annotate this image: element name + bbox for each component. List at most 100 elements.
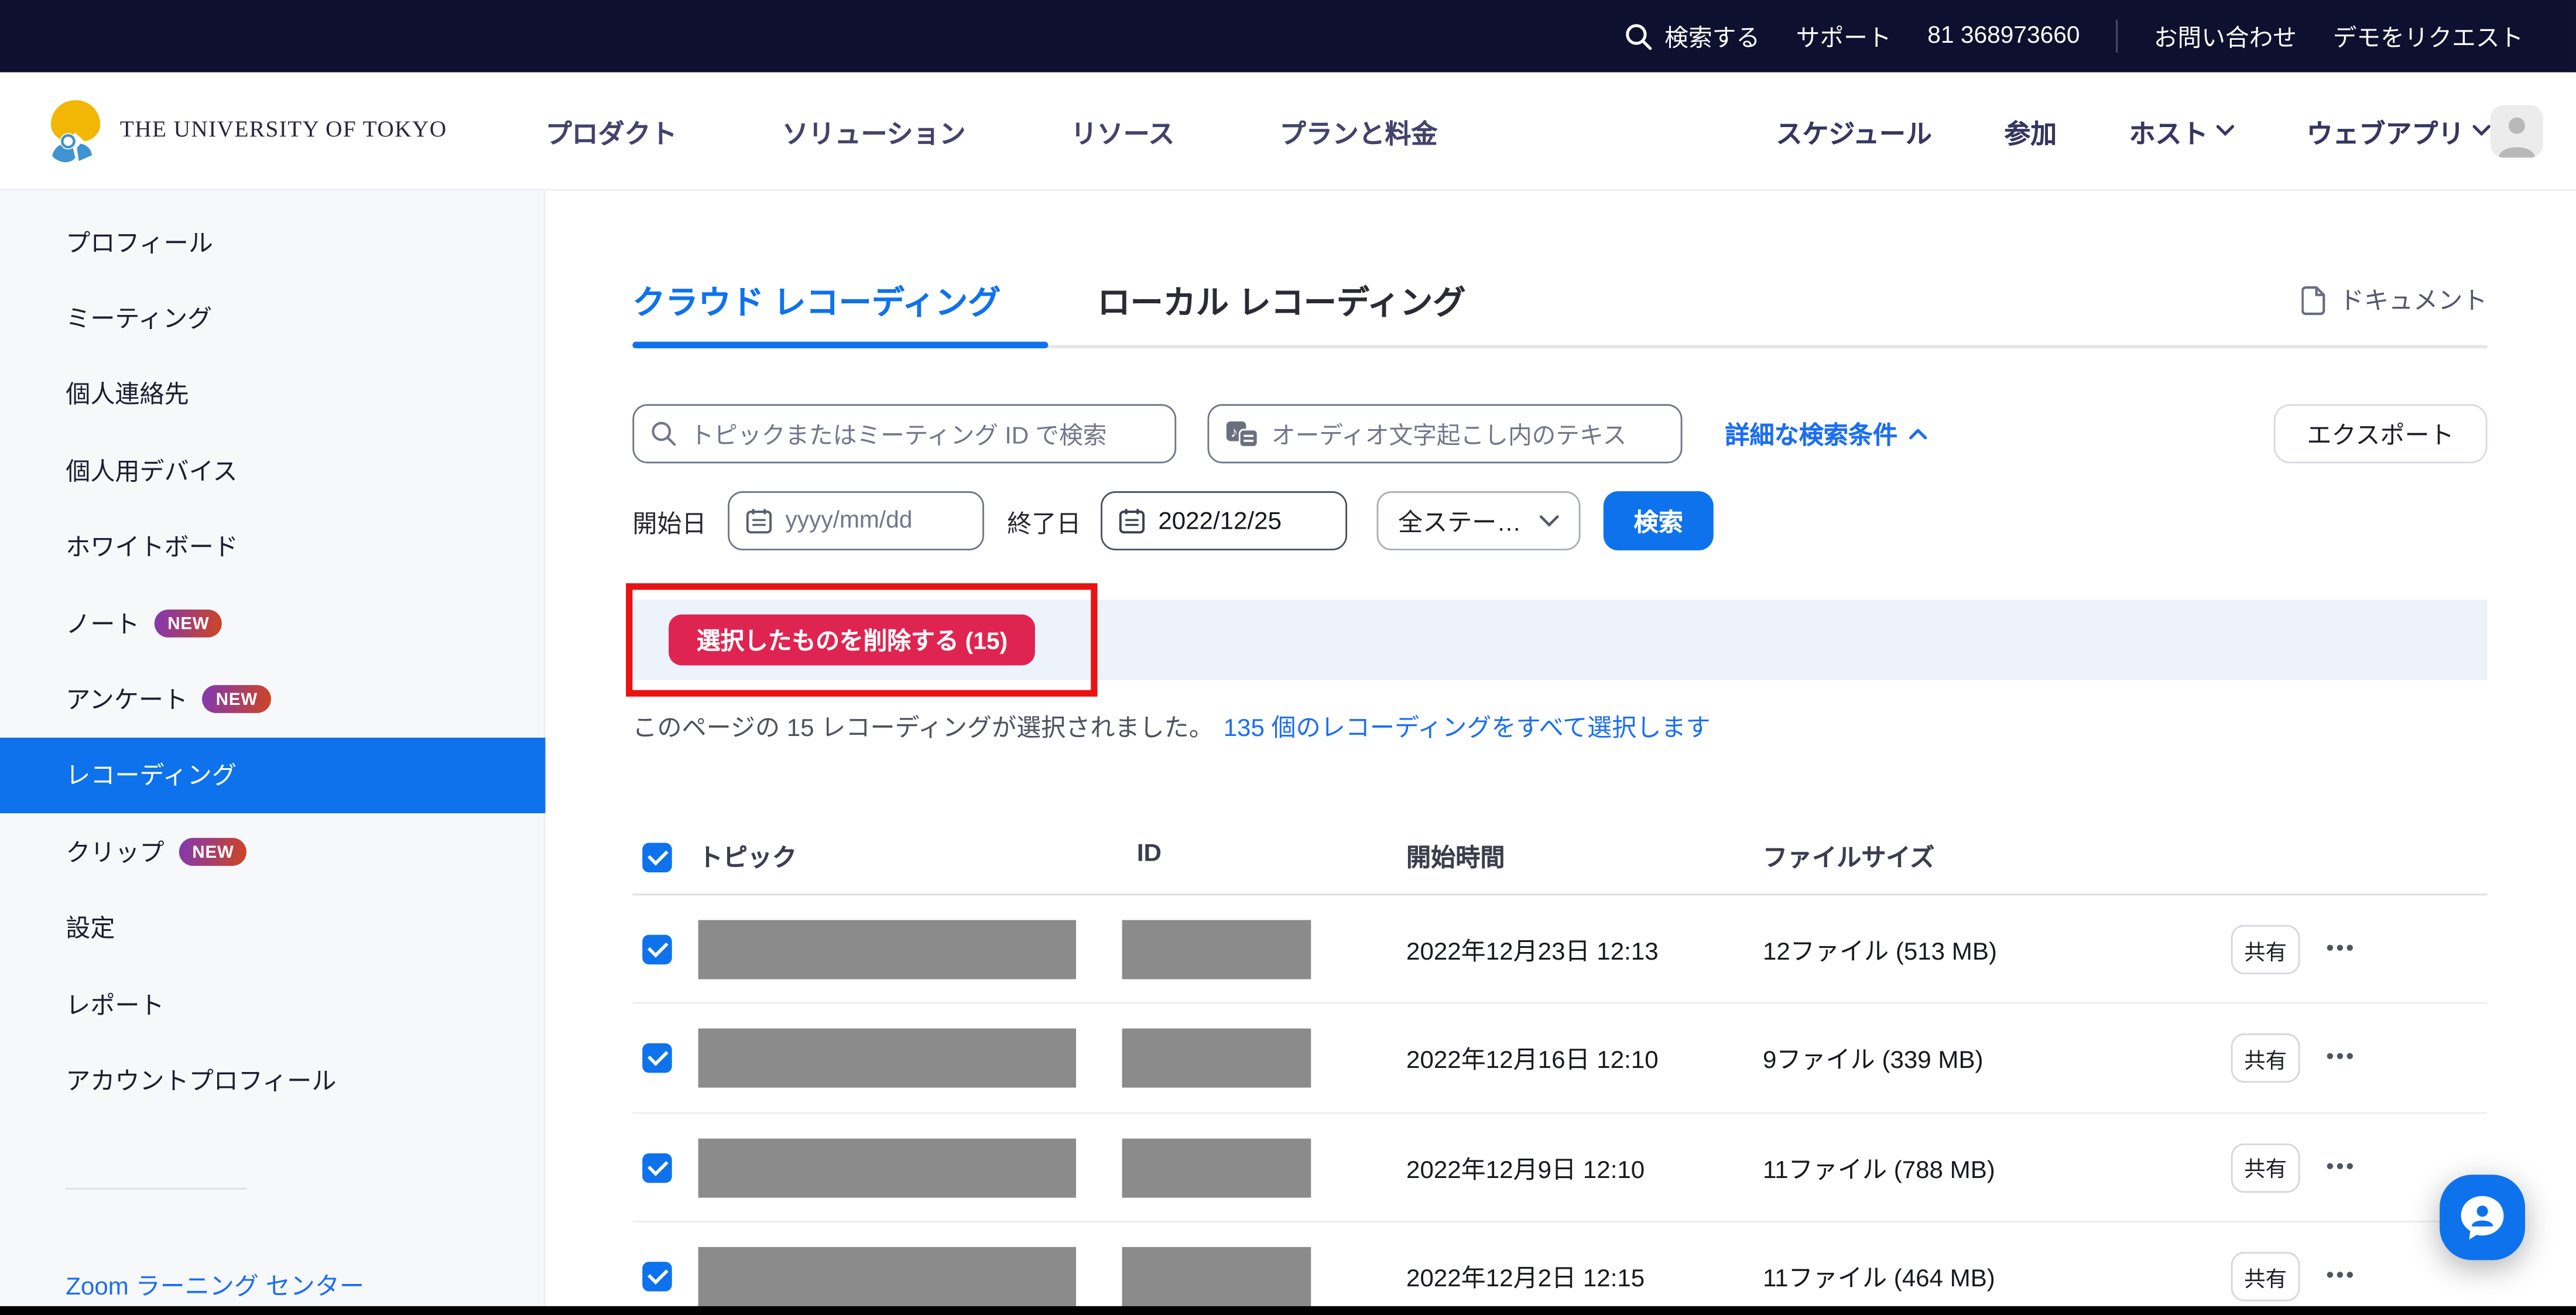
sidebar-item[interactable]: 個人連絡先 bbox=[0, 356, 546, 432]
sidebar-item[interactable]: ミーティング bbox=[0, 280, 546, 355]
more-options-button[interactable]: ••• bbox=[2326, 935, 2356, 960]
zoom-web-portal-page: 検索する サポート 81 368973660 お問い合わせ デモをリクエスト bbox=[0, 0, 2576, 1315]
selection-summary: このページの 15 レコーディングが選択されました。 135 個のレコーディング… bbox=[632, 710, 2487, 746]
topic-search-input[interactable]: トピックまたはミーティング ID で検索 bbox=[632, 404, 1176, 463]
document-icon bbox=[2301, 285, 2326, 315]
secondary-nav-item[interactable]: 参加 bbox=[2004, 111, 2057, 150]
sidebar-item[interactable]: ホワイトボード bbox=[0, 509, 546, 584]
row-start-time: 2022年12月2日 12:15 bbox=[1406, 1261, 1645, 1295]
primary-nav: プロダクト ソリューション リソース プランと料金 bbox=[546, 111, 1438, 150]
delete-selected-button[interactable]: 選択したものを削除する (15) bbox=[669, 614, 1036, 665]
sidebar-item[interactable]: 個人用デバイス bbox=[0, 433, 546, 508]
secondary-nav-item[interactable]: ホスト bbox=[2129, 111, 2235, 150]
row-start-time: 2022年12月16日 12:10 bbox=[1406, 1042, 1659, 1077]
topbar-divider bbox=[2116, 20, 2118, 53]
sidebar-item[interactable]: レコーディング bbox=[0, 737, 546, 813]
active-tab-underline bbox=[632, 342, 1048, 348]
tab-local-recordings[interactable]: ローカル レコーディング bbox=[1097, 276, 1465, 323]
start-date-label: 開始日 bbox=[632, 506, 706, 540]
sidebar-nav: プロフィール ミーティング 個人連絡先 個人用デバイス ホワイトボード bbox=[0, 191, 546, 1315]
sidebar-item[interactable]: プロフィール bbox=[0, 204, 546, 279]
share-button[interactable]: 共有 bbox=[2231, 1143, 2300, 1192]
sidebar-divider bbox=[66, 1188, 246, 1190]
topbar-support-link[interactable]: サポート bbox=[1796, 19, 1892, 53]
redacted-topic-block bbox=[698, 1138, 1076, 1197]
primary-nav-item[interactable]: リソース bbox=[1071, 111, 1174, 150]
search-button[interactable]: 検索 bbox=[1604, 491, 1714, 550]
table-header-row: トピック ID 開始時間 ファイルサイズ bbox=[632, 820, 2487, 895]
more-options-button[interactable]: ••• bbox=[2326, 1262, 2356, 1287]
row-checkbox[interactable] bbox=[642, 1153, 672, 1183]
sidebar-item[interactable]: アカウントプロフィール bbox=[0, 1042, 546, 1118]
documentation-link[interactable]: ドキュメント bbox=[2301, 283, 2487, 317]
advanced-search-link[interactable]: 詳細な検索条件 bbox=[1725, 417, 1927, 452]
row-start-time: 2022年12月23日 12:13 bbox=[1406, 933, 1659, 968]
end-date-input[interactable]: 2022/12/25 bbox=[1101, 491, 1347, 550]
share-button[interactable]: 共有 bbox=[2231, 1034, 2300, 1083]
end-date-label: 終了日 bbox=[1007, 506, 1081, 540]
logo-text: THE UNIVERSITY OF TOKYO bbox=[120, 118, 447, 144]
sidebar-item[interactable]: ノート NEW bbox=[0, 585, 546, 660]
user-avatar[interactable] bbox=[2491, 104, 2543, 157]
share-button[interactable]: 共有 bbox=[2231, 925, 2300, 974]
primary-nav-item[interactable]: ソリューション bbox=[782, 111, 965, 150]
redacted-id-block bbox=[1122, 1247, 1311, 1306]
university-of-tokyo-logo[interactable]: THE UNIVERSITY OF TOKYO bbox=[46, 98, 447, 163]
row-file-size: 12ファイル (513 MB) bbox=[1763, 933, 1997, 968]
svg-text:♪: ♪ bbox=[1231, 423, 1238, 440]
table-row: 2022年12月2日 12:15 11ファイル (464 MB) 共有 ••• bbox=[632, 1222, 2487, 1315]
primary-nav-item[interactable]: プランと料金 bbox=[1280, 111, 1437, 150]
redacted-topic-block bbox=[698, 1029, 1076, 1088]
topbar-contact-link[interactable]: お問い合わせ bbox=[2154, 19, 2297, 53]
column-header-topic: トピック bbox=[698, 840, 797, 874]
chat-support-fab[interactable] bbox=[2440, 1174, 2525, 1260]
utokyo-ginkgo-icon bbox=[46, 98, 105, 163]
transcript-search-input[interactable]: ♪ オーディオ文字起こし内のテキス bbox=[1207, 404, 1682, 463]
sidebar-item[interactable]: 設定 bbox=[0, 890, 546, 965]
search-icon bbox=[650, 420, 677, 447]
more-options-button[interactable]: ••• bbox=[2326, 1153, 2356, 1177]
sidebar-item[interactable]: レポート bbox=[0, 966, 546, 1042]
row-file-size: 11ファイル (788 MB) bbox=[1763, 1151, 1995, 1186]
primary-nav-item[interactable]: プロダクト bbox=[546, 111, 677, 150]
sidebar-item[interactable]: アンケート NEW bbox=[0, 661, 546, 737]
row-checkbox[interactable] bbox=[642, 1262, 672, 1292]
recordings-tabs: クラウド レコーディング ローカル レコーディング ドキュメント bbox=[632, 263, 2487, 348]
select-all-checkbox[interactable] bbox=[642, 843, 672, 873]
share-button[interactable]: 共有 bbox=[2231, 1252, 2300, 1302]
caret-up-icon bbox=[1909, 429, 1927, 440]
topbar-request-demo-link[interactable]: デモをリクエスト bbox=[2333, 19, 2524, 53]
secondary-nav-item[interactable]: スケジュール bbox=[1776, 111, 1932, 150]
topbar-search-label: 検索する bbox=[1664, 19, 1760, 53]
status-dropdown[interactable]: 全ステー… bbox=[1377, 491, 1581, 550]
topbar-phone-number[interactable]: 81 368973660 bbox=[1927, 23, 2080, 49]
chevron-down-icon bbox=[1539, 514, 1559, 527]
column-header-start-time: 開始時間 bbox=[1406, 840, 1505, 874]
select-all-recordings-link[interactable]: 135 個のレコーディングをすべて選択します bbox=[1224, 710, 1711, 746]
sidebar-item[interactable]: クリップ NEW bbox=[0, 814, 546, 889]
topbar-search-button[interactable]: 検索する bbox=[1625, 19, 1760, 53]
sidebar-learning-center-link[interactable]: Zoom ラーニング センター bbox=[66, 1268, 364, 1303]
start-date-input[interactable]: yyyy/mm/dd bbox=[728, 491, 984, 550]
calendar-icon bbox=[746, 508, 772, 534]
more-options-button[interactable]: ••• bbox=[2326, 1044, 2356, 1069]
date-filter-row: 開始日 yyyy/mm/dd 終了日 2022/12/25 全ステー… bbox=[632, 491, 2487, 550]
new-badge: NEW bbox=[179, 837, 247, 865]
secondary-nav-item[interactable]: ウェブアプリ bbox=[2307, 111, 2491, 150]
selection-count-text: このページの 15 レコーディングが選択されました。 bbox=[632, 710, 1213, 746]
audio-transcript-icon: ♪ bbox=[1225, 420, 1258, 448]
export-button[interactable]: エクスポート bbox=[2274, 404, 2488, 463]
bulk-action-banner: 選択したものを削除する (15) bbox=[632, 600, 2487, 680]
search-filters-row: トピックまたはミーティング ID で検索 ♪ オーディオ文字起こし内のテキス bbox=[632, 404, 2487, 463]
redacted-topic-block bbox=[698, 1247, 1076, 1306]
top-utility-bar: 検索する サポート 81 368973660 お問い合わせ デモをリクエスト bbox=[0, 0, 2576, 72]
table-row: 2022年12月23日 12:13 12ファイル (513 MB) 共有 ••• bbox=[632, 895, 2487, 1004]
row-file-size: 11ファイル (464 MB) bbox=[1763, 1261, 1995, 1295]
row-checkbox[interactable] bbox=[642, 935, 672, 965]
column-header-file-size: ファイルサイズ bbox=[1763, 840, 1934, 874]
bottom-black-bar bbox=[0, 1306, 2576, 1315]
tab-cloud-recordings[interactable]: クラウド レコーディング bbox=[632, 276, 1001, 323]
column-header-id: ID bbox=[1137, 840, 1162, 868]
row-checkbox[interactable] bbox=[642, 1044, 672, 1074]
table-row: 2022年12月16日 12:10 9ファイル (339 MB) 共有 ••• bbox=[632, 1005, 2487, 1114]
